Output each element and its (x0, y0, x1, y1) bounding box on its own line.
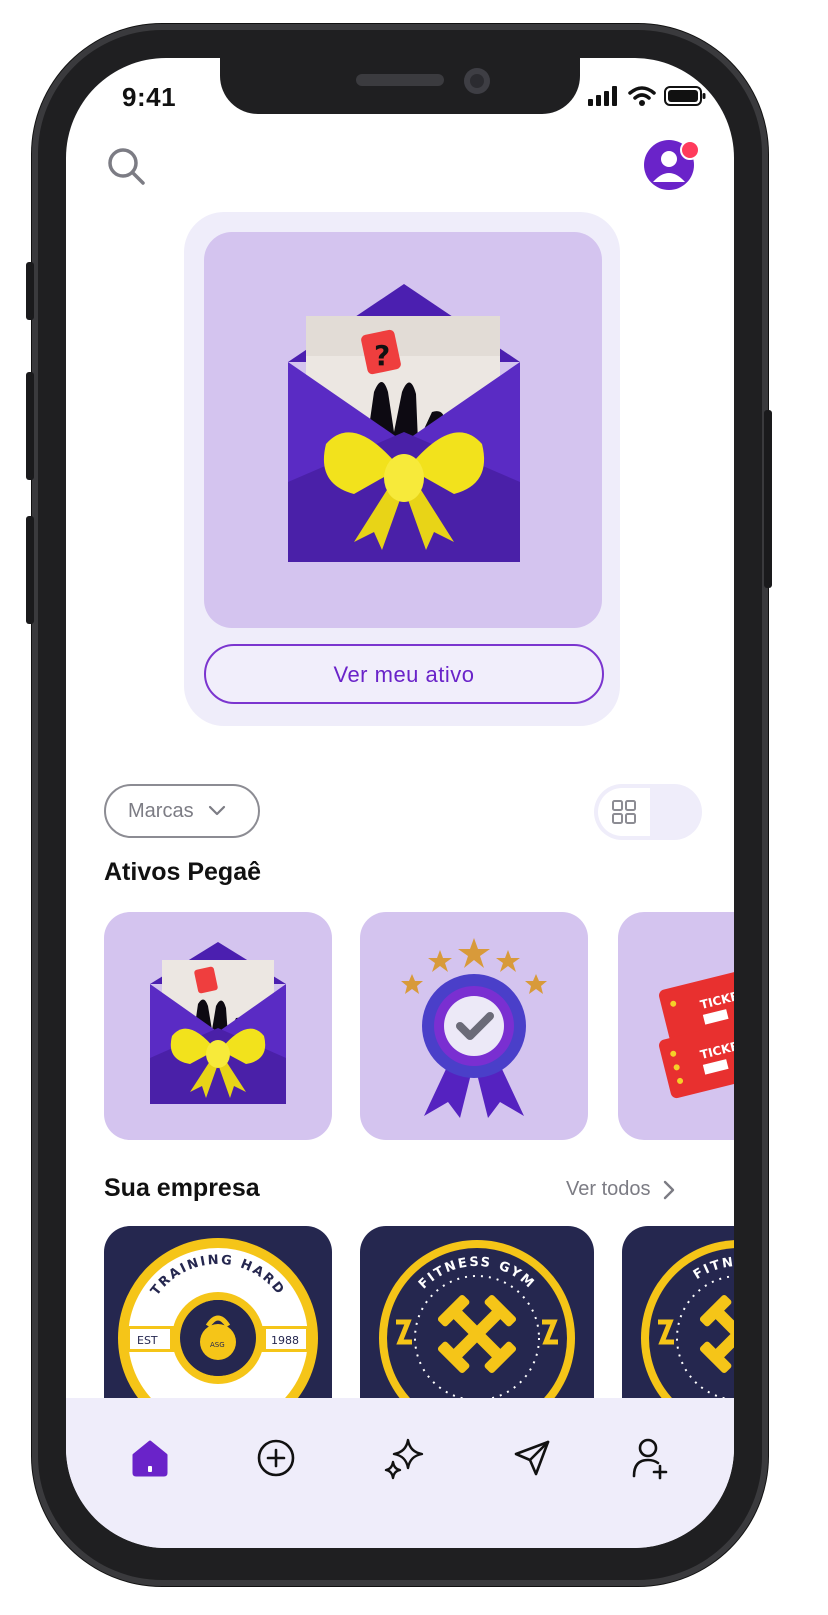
grid-view-option[interactable] (598, 788, 650, 836)
see-all-label: Ver todos (566, 1178, 651, 1200)
home-icon (132, 1440, 168, 1477)
featured-asset-card: ? Ver meu ativo (184, 212, 620, 726)
power-button (764, 410, 772, 588)
status-icons (588, 86, 706, 106)
tab-discover[interactable] (374, 1428, 434, 1488)
notification-dot (680, 140, 700, 160)
tab-profile[interactable] (620, 1428, 680, 1488)
battery-icon (664, 86, 706, 106)
app-screen: 9:41 ? Ver meu ativo Marcas Ativos Pegaê… (66, 58, 734, 1548)
grid-icon (612, 800, 636, 824)
plus-circle-icon (257, 1439, 295, 1477)
send-icon (514, 1440, 550, 1476)
gift-envelope-illustration: ? (288, 284, 520, 562)
wifi-icon (628, 86, 656, 106)
tickets-illustration: TICKET TICKET (659, 960, 734, 1099)
gift-envelope-illustration (150, 942, 286, 1104)
chevron-right-icon (663, 1180, 674, 1199)
status-time: 9:41 (122, 82, 177, 112)
mute-switch (26, 262, 34, 320)
sparkles-icon (384, 1438, 424, 1480)
bottom-tab-bar (66, 1398, 734, 1548)
view-asset-button[interactable]: Ver meu ativo (204, 644, 604, 704)
view-mode-toggle[interactable] (594, 784, 702, 840)
see-all-link[interactable]: Ver todos (566, 1178, 675, 1201)
asset-tile-tickets[interactable]: TICKET TICKET (618, 912, 734, 1140)
svg-text:?: ? (374, 339, 390, 372)
earpiece (356, 74, 444, 86)
fitness-gym-logo: FITNE (641, 1240, 734, 1406)
brand-filter-label: Marcas (128, 799, 194, 822)
training-hard-logo: EST 1988 ASG TRAINING HARD (118, 1238, 318, 1406)
chevron-down-icon (208, 805, 225, 816)
volume-up-button (26, 372, 34, 480)
company-card-training[interactable]: EST 1988 ASG TRAINING HARD (104, 1226, 332, 1406)
tab-create[interactable] (246, 1428, 306, 1488)
signal-icon (588, 86, 617, 106)
notch (220, 58, 580, 114)
assets-section-title: Ativos Pegaê (104, 858, 262, 886)
search-icon[interactable] (106, 146, 146, 186)
badge-est: EST (137, 1334, 158, 1347)
company-card-fitness[interactable]: FITNESS GYM (360, 1226, 594, 1406)
tab-send[interactable] (502, 1428, 562, 1488)
asset-tile-badge[interactable] (360, 912, 588, 1140)
company-section-title: Sua empresa (104, 1174, 260, 1202)
user-add-icon (632, 1438, 668, 1480)
volume-down-button (26, 516, 34, 624)
company-card-fitness-2[interactable]: FITNE (622, 1226, 734, 1406)
fitness-gym-logo: FITNESS GYM (379, 1240, 575, 1406)
tab-home[interactable] (120, 1428, 180, 1488)
badge-year: 1988 (271, 1334, 299, 1347)
brand-filter-select[interactable]: Marcas (104, 784, 260, 838)
verified-badge-illustration (401, 938, 547, 1118)
asset-tile-gift[interactable] (104, 912, 332, 1140)
gift-envelope-image: ? (204, 232, 602, 628)
front-camera (464, 68, 490, 94)
badge-center-text: ASG (210, 1341, 225, 1349)
